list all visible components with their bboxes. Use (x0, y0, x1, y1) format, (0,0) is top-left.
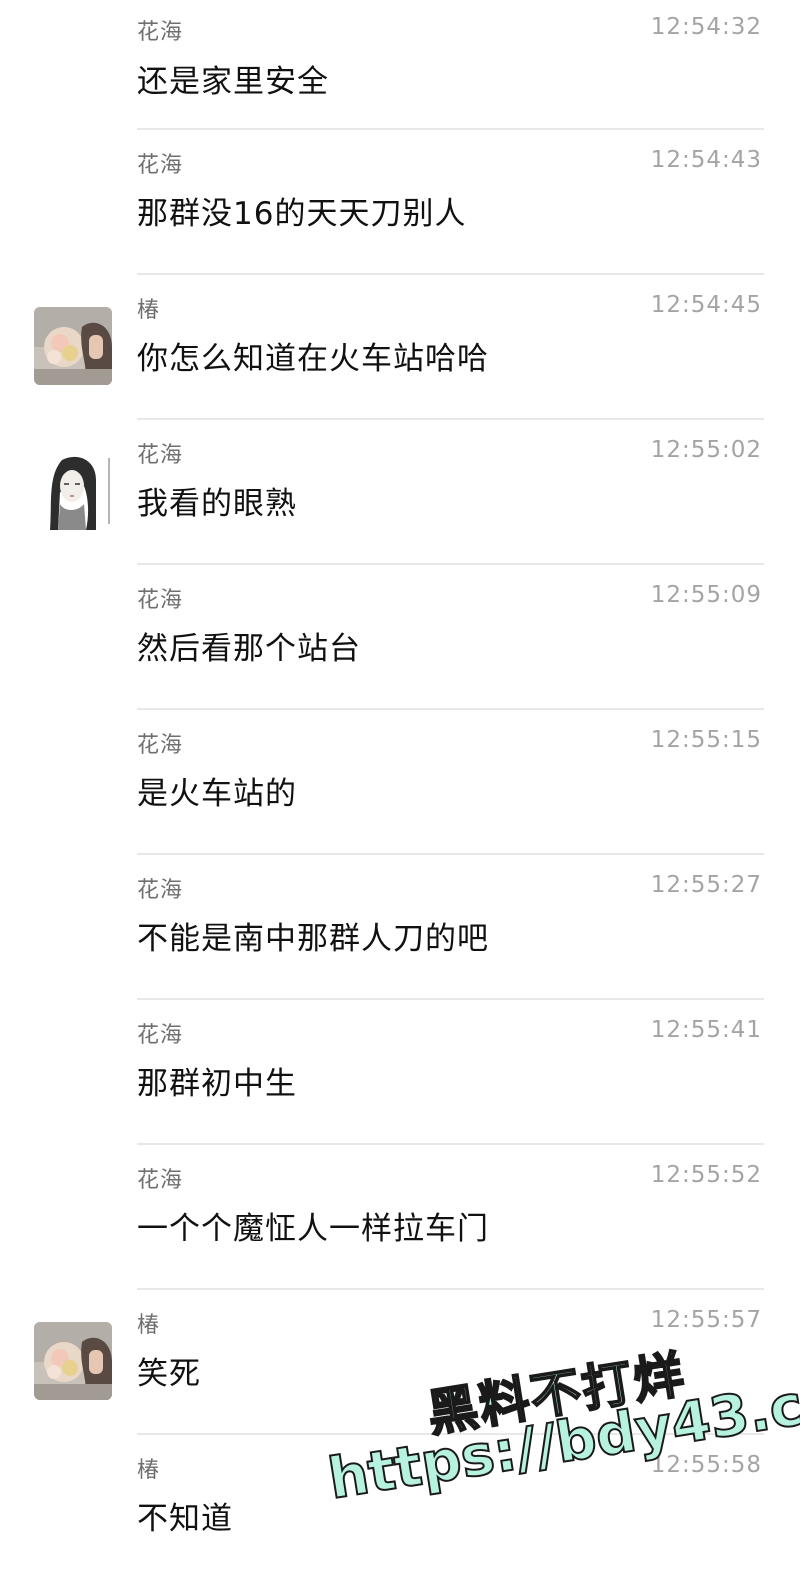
chat-message[interactable]: 花海 12:55:09 然后看那个站台 (0, 565, 800, 710)
message-time: 12:55:15 (650, 727, 762, 753)
sender-name: 花海 (137, 443, 184, 468)
girl-sketch-icon (34, 452, 112, 530)
message-text: 你怎么知道在火车站哈哈 (137, 341, 489, 377)
chat-message[interactable]: 花海 12:54:32 还是家里安全 (0, 0, 800, 130)
message-time: 12:55:52 (650, 1162, 762, 1188)
message-text: 然后看那个站台 (137, 631, 361, 667)
message-text: 不知道 (137, 1501, 233, 1537)
message-text: 一个个魔怔人一样拉车门 (137, 1211, 489, 1247)
sender-name: 椿 (137, 298, 161, 323)
message-time: 12:55:41 (650, 1017, 762, 1043)
sender-name: 椿 (137, 1313, 161, 1338)
message-time: 12:54:45 (650, 292, 762, 318)
chat-message[interactable]: 椿 12:55:58 不知道 (0, 1435, 800, 1580)
message-text: 那群没16的天天刀别人 (137, 196, 467, 232)
message-time: 12:55:02 (650, 437, 762, 463)
message-text: 还是家里安全 (137, 64, 329, 100)
message-time: 12:55:57 (650, 1307, 762, 1333)
message-text: 是火车站的 (137, 776, 297, 812)
flower-photo-icon (34, 1322, 112, 1400)
sender-name: 花海 (137, 733, 184, 758)
chat-message[interactable]: 椿 12:55:57 笑死 (0, 1290, 800, 1435)
chat-message[interactable]: 花海 12:55:15 是火车站的 (0, 710, 800, 855)
flower-photo-icon (34, 307, 112, 385)
message-text: 那群初中生 (137, 1066, 297, 1102)
avatar[interactable] (34, 1322, 112, 1400)
sender-name: 椿 (137, 1458, 161, 1483)
chat-message[interactable]: 花海 12:55:41 那群初中生 (0, 1000, 800, 1145)
message-time: 12:54:32 (650, 14, 762, 40)
chat-history: 花海 12:54:32 还是家里安全 花海 12:54:43 那群没16的天天刀… (0, 0, 800, 1580)
chat-message[interactable]: 椿 12:54:45 你怎么知道在火车站哈哈 (0, 275, 800, 420)
chat-message[interactable]: 花海 12:55:02 我看的眼熟 (0, 420, 800, 565)
message-text: 不能是南中那群人刀的吧 (137, 921, 489, 957)
sender-name: 花海 (137, 878, 184, 903)
chat-message[interactable]: 花海 12:55:52 一个个魔怔人一样拉车门 (0, 1145, 800, 1290)
sender-name: 花海 (137, 588, 184, 613)
message-time: 12:55:58 (650, 1452, 762, 1478)
avatar[interactable] (34, 307, 112, 385)
avatar[interactable] (34, 452, 112, 530)
message-time: 12:55:27 (650, 872, 762, 898)
sender-name: 花海 (137, 20, 184, 45)
message-time: 12:55:09 (650, 582, 762, 608)
sender-name: 花海 (137, 1168, 184, 1193)
chat-message[interactable]: 花海 12:55:27 不能是南中那群人刀的吧 (0, 855, 800, 1000)
message-text: 我看的眼熟 (137, 486, 297, 522)
message-text: 笑死 (137, 1356, 201, 1392)
chat-message[interactable]: 花海 12:54:43 那群没16的天天刀别人 (0, 130, 800, 275)
sender-name: 花海 (137, 1023, 184, 1048)
sender-name: 花海 (137, 153, 184, 178)
message-time: 12:54:43 (650, 147, 762, 173)
